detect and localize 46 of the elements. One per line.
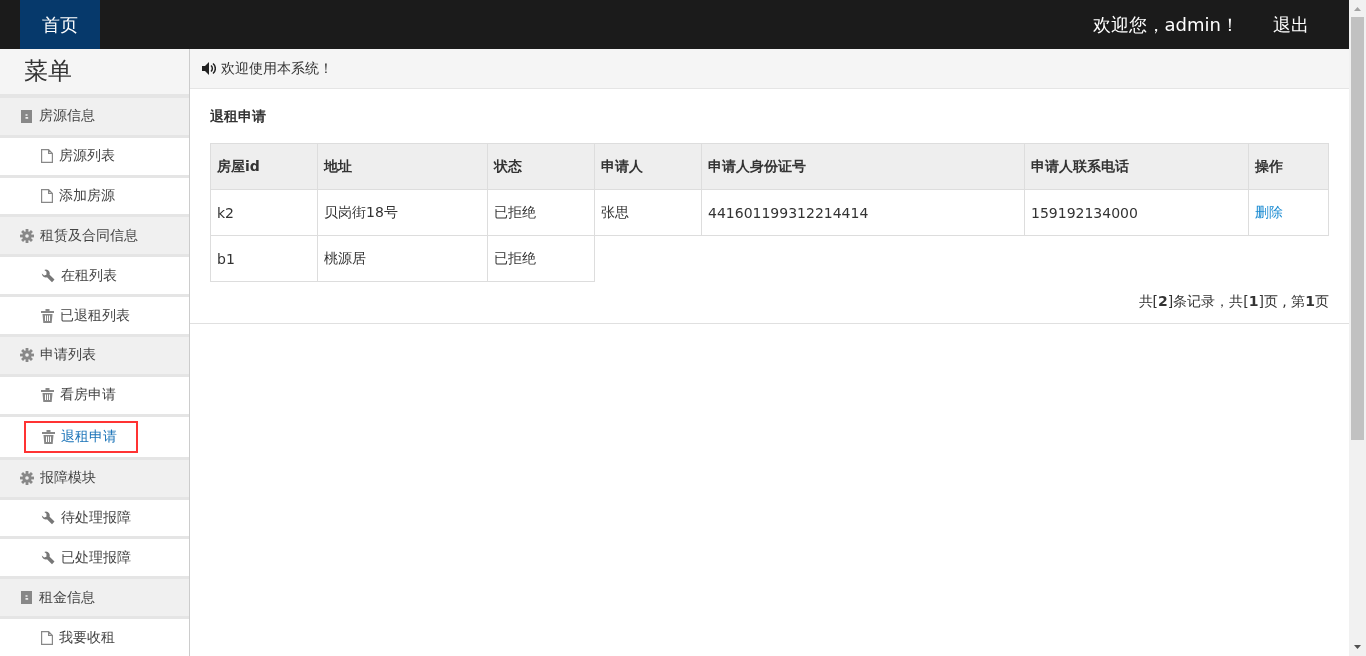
trash-icon (41, 308, 54, 323)
table-cell: 441601199312214414 (701, 189, 1025, 236)
file-icon (41, 630, 53, 645)
file-icon (41, 149, 53, 164)
menu-group-header[interactable]: 申请列表 (0, 334, 189, 374)
menu-group-header[interactable]: 租赁及合同信息 (0, 214, 189, 255)
logout-link[interactable]: 退出 (1273, 0, 1309, 49)
menu-group-header[interactable]: 报障模块 (0, 456, 189, 497)
table-cell: k2 (210, 189, 318, 236)
column-header: 操作 (1248, 143, 1329, 190)
trash-icon (41, 388, 54, 403)
section-title: 退租申请 (210, 108, 266, 126)
pagination-text: 共[2]条记录，共[1]页 , 第1页 (1138, 293, 1329, 311)
table-cell: 桃源居 (317, 235, 488, 282)
table-cell: b1 (210, 235, 318, 282)
notice-text: 欢迎使用本系统！ (221, 59, 333, 78)
address-book-icon (20, 109, 33, 123)
file-icon (41, 188, 53, 203)
settings-icon (20, 228, 34, 243)
table-cell: 张思 (594, 189, 702, 236)
wrench-icon (41, 511, 55, 525)
column-header: 申请人 (594, 143, 702, 190)
table-cell: 已拒绝 (487, 189, 595, 236)
table-cell: 贝岗街18号 (317, 189, 488, 236)
menu-item[interactable]: 退租申请 (24, 420, 138, 453)
wrench-icon (41, 268, 55, 283)
settings-icon (20, 348, 34, 363)
address-book-icon (20, 591, 33, 605)
home-tab[interactable]: 首页 (20, 0, 100, 49)
menu-group-header[interactable]: 房源信息 (0, 94, 189, 135)
speaker-icon (202, 62, 216, 75)
trash-icon (42, 429, 55, 444)
column-header: 房屋id (210, 143, 318, 190)
column-header: 地址 (317, 143, 488, 190)
table-cell: 已拒绝 (487, 235, 595, 282)
scrollbar[interactable] (1349, 0, 1366, 656)
settings-icon (20, 471, 34, 486)
column-header: 申请人联系电话 (1024, 143, 1249, 190)
wrench-icon (41, 550, 55, 565)
column-header: 申请人身份证号 (701, 143, 1025, 190)
delete-link[interactable]: 删除 (1255, 203, 1283, 220)
table-cell: 159192134000 (1024, 189, 1249, 236)
column-header: 状态 (487, 143, 595, 190)
menu-title: 菜单 (0, 49, 189, 95)
menu-group-header[interactable]: 租金信息 (0, 576, 189, 617)
welcome-text: 欢迎您，admin！ (1092, 12, 1239, 37)
